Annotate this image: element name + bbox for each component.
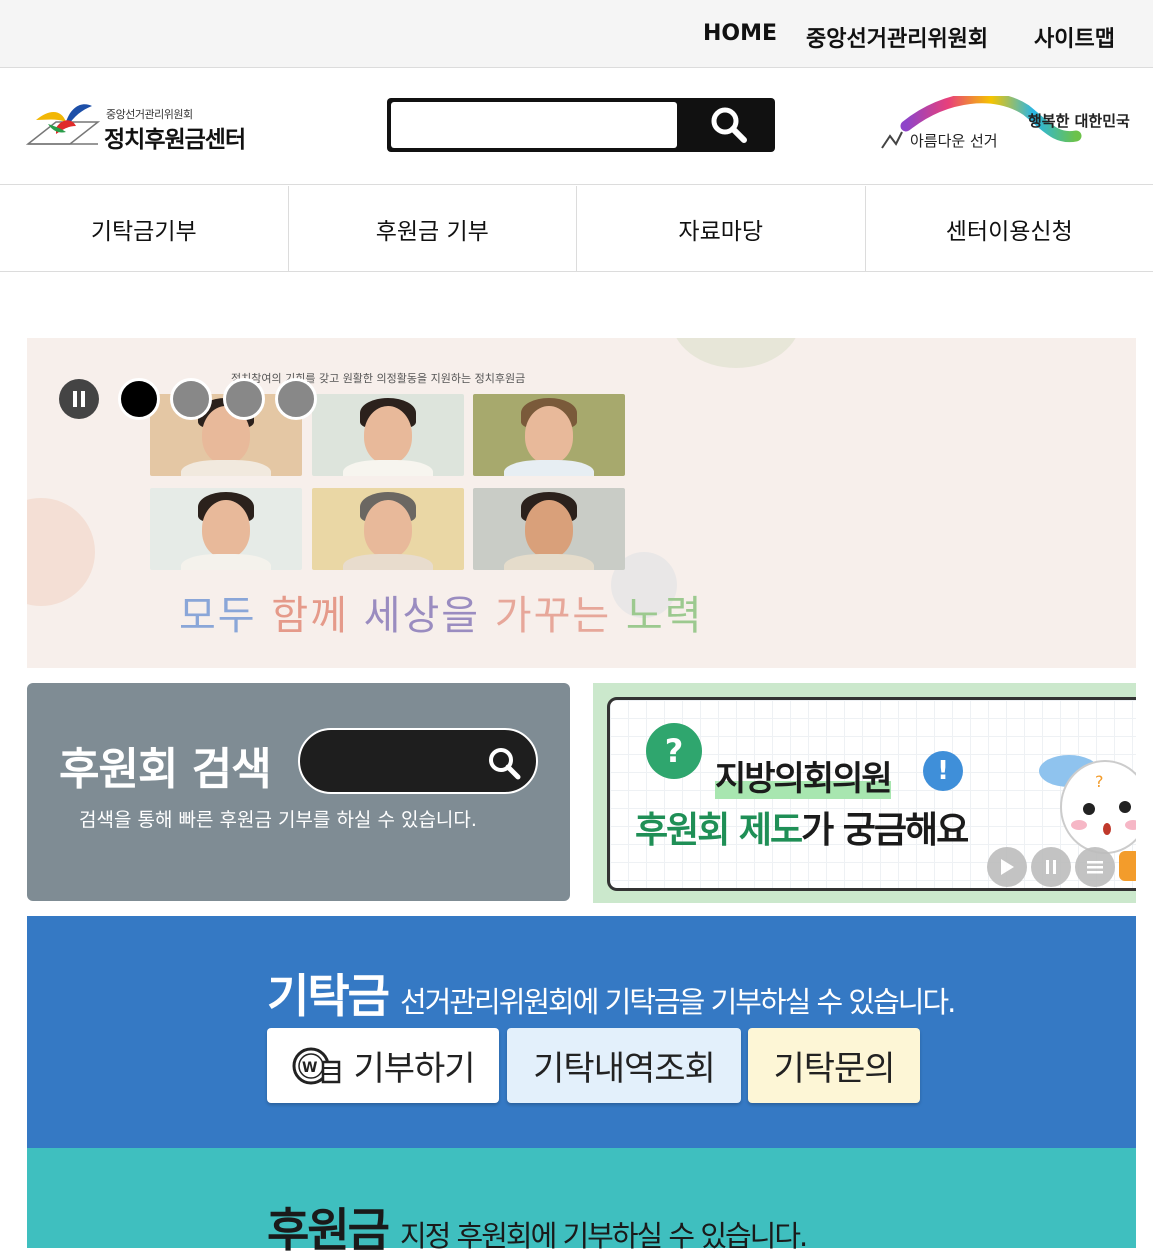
promo-play-button[interactable] <box>987 847 1027 887</box>
decor-circle <box>671 338 801 368</box>
deposit-history-label: 기탁내역조회 <box>533 1041 715 1090</box>
exclamation-icon: ! <box>923 751 963 791</box>
slogan-left: 아름다운 선거 <box>910 130 998 151</box>
hero-tagline: 정치참여의 기회를 갖고 원활한 의정활동을 지원하는 정치후원금 <box>231 370 525 386</box>
deposit-subtitle: 선거관리위원회에 기탁금을 기부하실 수 있습니다. <box>400 985 954 1019</box>
support-title: 후원금 <box>267 1203 388 1257</box>
ballot-bird-logo-icon <box>26 100 102 152</box>
deposit-heading: 기탁금 선거관리위원회에 기탁금을 기부하실 수 있습니다. <box>267 960 954 1026</box>
supporter-search-title: 후원회 검색 <box>59 733 271 797</box>
nav-deposit[interactable]: 기탁금기부 <box>0 186 289 271</box>
hero-slide-dot[interactable] <box>275 378 317 420</box>
hero-slogan-part: 모두 <box>179 593 271 639</box>
logo-title: 정치후원금센터 <box>104 120 245 154</box>
site-search-input[interactable] <box>391 102 677 148</box>
hero-slogan-part: 세상을 <box>349 593 495 639</box>
search-icon <box>487 746 521 780</box>
support-heading: 후원금지정 후원회에 기부하실 수 있습니다. <box>267 1194 806 1260</box>
promo-line1: 지방의회의원 <box>715 751 891 800</box>
donate-button[interactable]: W 기부하기 <box>267 1028 499 1103</box>
slogan-right: 행복한 대한민국 <box>1028 110 1130 131</box>
deposit-inquiry-label: 기탁문의 <box>773 1041 894 1090</box>
deposit-history-button[interactable]: 기탁내역조회 <box>507 1028 741 1103</box>
pause-icon <box>71 390 87 408</box>
election-slogan: 아름다운 선거 행복한 대한민국 <box>876 96 1136 166</box>
won-coin-icon: W <box>291 1044 343 1088</box>
play-icon <box>999 858 1015 876</box>
promo-pause-button[interactable] <box>1031 847 1071 887</box>
promo-line2: 후원회 제도가 궁금해요 <box>635 801 967 853</box>
main-nav: 기탁금기부 후원금 기부 자료마당 센터이용신청 <box>0 186 1153 272</box>
menu-icon <box>1086 859 1104 875</box>
support-section: 후원금지정 후원회에 기부하실 수 있습니다. <box>27 1148 1136 1248</box>
promo-line1-text: 지방의회의원 <box>715 759 891 799</box>
hero-slide-dot[interactable] <box>118 378 160 420</box>
hero-slogan-part: 노력 <box>626 593 704 639</box>
deposit-title: 기탁금 <box>267 969 388 1023</box>
promo-banner[interactable]: ? 지방의회의원 ! 후원회 제도가 궁금해요 ? ? <box>593 683 1136 903</box>
promo-line2-green: 후원회 제도 <box>635 810 801 851</box>
deposit-inquiry-button[interactable]: 기탁문의 <box>748 1028 920 1103</box>
utility-bar: HOME 중앙선거관리위원회 사이트맵 <box>0 0 1153 68</box>
hero-slide-dot[interactable] <box>170 378 212 420</box>
search-icon <box>709 105 749 145</box>
hero-slogan-part: 함께 <box>271 593 349 639</box>
portrait-photo <box>312 488 464 570</box>
promo-line2-rest: 가 궁금해요 <box>801 810 967 851</box>
nav-center-application[interactable]: 센터이용신청 <box>866 186 1153 271</box>
svg-text:W: W <box>302 1060 317 1076</box>
site-search-button[interactable] <box>687 102 771 148</box>
portrait-photo <box>150 488 302 570</box>
hero-slogan-part: 가꾸는 <box>495 593 626 639</box>
pause-icon <box>1044 859 1058 875</box>
deposit-section: 기탁금 선거관리위원회에 기탁금을 기부하실 수 있습니다. W 기부하기 기탁내… <box>27 916 1136 1148</box>
home-link[interactable]: HOME <box>703 21 777 46</box>
portrait-photo <box>473 394 625 476</box>
site-search <box>387 98 775 152</box>
promo-menu-button[interactable] <box>1075 847 1115 887</box>
supporter-search-description: 검색을 통해 빠른 후원금 기부를 하실 수 있습니다. <box>79 805 477 832</box>
supporter-search-input[interactable] <box>322 744 482 780</box>
nav-support-donation[interactable]: 후원금 기부 <box>289 186 578 271</box>
site-header: 중앙선거관리위원회 정치후원금센터 아름 <box>0 68 1153 185</box>
supporter-search-button[interactable] <box>484 743 524 783</box>
decor-circle <box>27 498 95 606</box>
sitemap-link[interactable]: 사이트맵 <box>1034 21 1115 53</box>
question-mark-icon: ? <box>646 723 702 779</box>
donate-button-label: 기부하기 <box>353 1041 474 1090</box>
supporter-search-box <box>298 728 538 794</box>
hero-slogan: 모두 함께 세상을 가꾸는 노력 <box>179 583 704 641</box>
hero-slide-dot[interactable] <box>223 378 265 420</box>
hero-pause-button[interactable] <box>59 379 99 419</box>
nec-link[interactable]: 중앙선거관리위원회 <box>806 21 988 53</box>
svg-text:?: ? <box>1095 772 1104 791</box>
site-logo[interactable]: 중앙선거관리위원회 정치후원금센터 <box>26 100 256 160</box>
portrait-photo <box>312 394 464 476</box>
supporter-search-panel: 후원회 검색 검색을 통해 빠른 후원금 기부를 하실 수 있습니다. <box>27 683 570 901</box>
nav-resources[interactable]: 자료마당 <box>577 186 866 271</box>
portrait-photo <box>473 488 625 570</box>
